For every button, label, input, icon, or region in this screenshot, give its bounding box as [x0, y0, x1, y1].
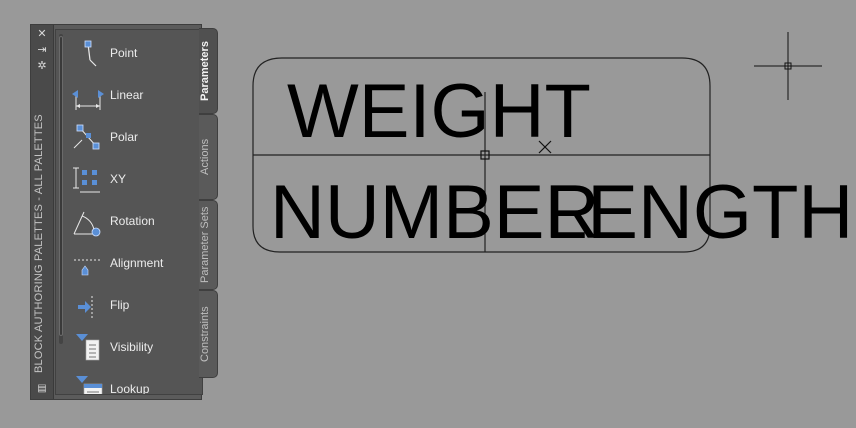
attribute-text-length[interactable]: LENGTH — [545, 170, 853, 255]
drawing-canvas[interactable]: WEIGHT NUMBER LENGTH — [0, 0, 856, 428]
crosshair-cursor-icon — [754, 32, 822, 100]
attribute-text-weight[interactable]: WEIGHT — [287, 69, 591, 154]
